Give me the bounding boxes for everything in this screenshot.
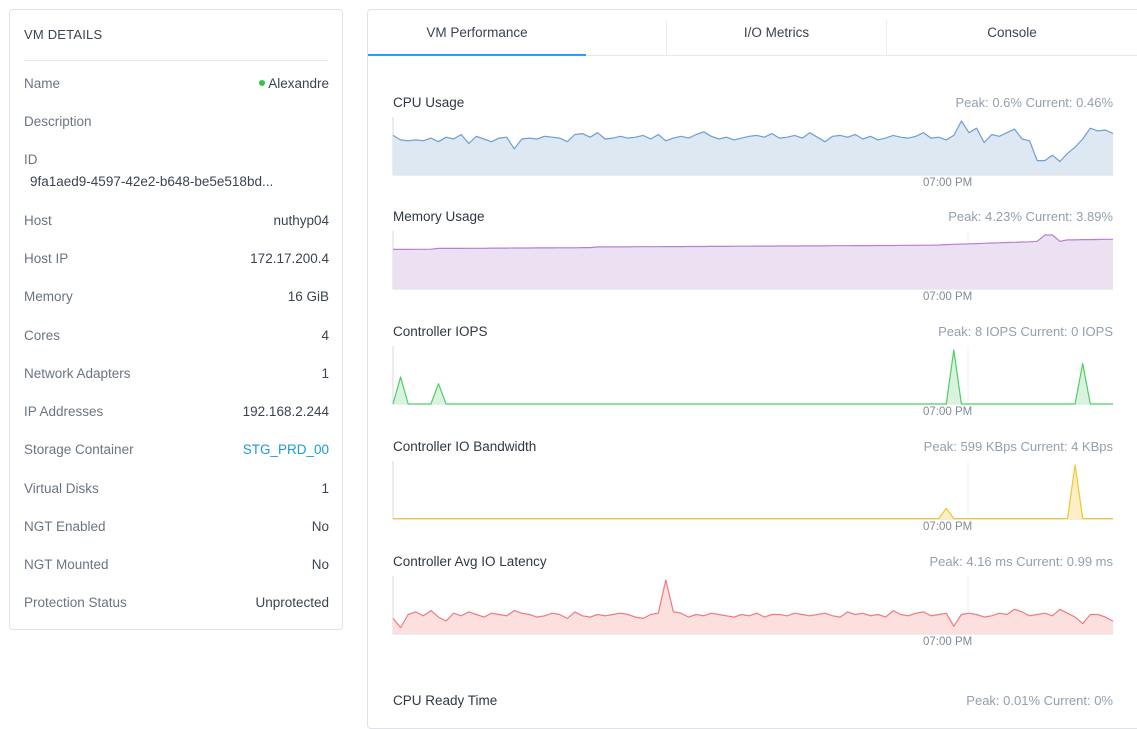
series-area: [393, 465, 1113, 519]
series-line: [392, 349, 1113, 405]
chart-stats: Peak: 0.01% Current: 0%: [966, 693, 1113, 708]
detail-value: No: [311, 519, 329, 534]
chart-stats: Peak: 8 IOPS Current: 0 IOPS: [938, 324, 1113, 339]
detail-row-protection-status: Protection Status Unprotected: [24, 595, 329, 619]
time-axis-label: 07:00 PM: [923, 177, 973, 189]
chart-stats: Peak: 4.16 ms Current: 0.99 ms: [929, 554, 1113, 569]
chart-title: Controller Avg IO Latency: [393, 554, 547, 569]
chart-plot: [392, 461, 1113, 520]
detail-row-host-ip: Host IP 172.17.200.4: [24, 251, 329, 275]
detail-value: 1: [321, 481, 329, 496]
detail-row-storage-container: Storage Container STG_PRD_00: [24, 442, 329, 466]
detail-label: Name: [24, 76, 61, 91]
vm-details-header: VM DETAILS: [24, 27, 328, 61]
detail-row-host: Host nuthyp04: [24, 213, 329, 237]
chart-stats: Peak: 0.6% Current: 0.46%: [955, 95, 1113, 110]
detail-value: Alexandre: [259, 76, 329, 91]
series-area: [393, 580, 1113, 634]
detail-row-name: Name Alexandre: [24, 76, 329, 100]
performance-panel: VM Performance I/O Metrics Console CPU U…: [367, 9, 1137, 729]
detail-value: Unprotected: [255, 595, 329, 610]
status-dot-icon: [259, 80, 266, 87]
chart-title: CPU Ready Time: [393, 693, 498, 708]
chart-title: Controller IO Bandwidth: [393, 439, 537, 454]
chart-title: CPU Usage: [393, 95, 465, 110]
detail-label: Cores: [24, 328, 61, 343]
detail-row-ngt-enabled: NGT Enabled No: [24, 519, 329, 543]
vm-id-value: 9fa1aed9-4597-42e2-b648-be5e518bd...: [30, 174, 274, 189]
time-axis-label: 07:00 PM: [923, 291, 973, 303]
detail-label: Host: [24, 213, 52, 228]
chart-plot: [392, 346, 1113, 405]
detail-row-description: Description: [24, 114, 329, 138]
detail-row-cores: Cores 4: [24, 328, 329, 352]
detail-label: Memory: [24, 289, 73, 304]
detail-value: nuthyp04: [273, 213, 329, 228]
tab-io-metrics[interactable]: I/O Metrics: [667, 10, 886, 56]
detail-value: 1: [321, 366, 329, 381]
vm-details-panel: VM DETAILS Name Alexandre Description ID…: [9, 9, 343, 630]
detail-value: 4: [321, 328, 329, 343]
chart-plot: [392, 117, 1114, 176]
detail-label: Protection Status: [24, 595, 127, 610]
chart-title: Controller IOPS: [393, 324, 488, 339]
detail-label: Network Adapters: [24, 366, 131, 381]
detail-label: ID: [24, 152, 38, 167]
chart-plot: [392, 576, 1114, 635]
time-axis-label: 07:00 PM: [923, 636, 973, 648]
detail-value: 192.168.2.244: [242, 404, 329, 419]
detail-row-memory: Memory 16 GiB: [24, 289, 329, 313]
detail-row-ngt-mounted: NGT Mounted No: [24, 557, 329, 581]
vm-name: Alexandre: [268, 76, 329, 91]
detail-label: Virtual Disks: [24, 481, 99, 496]
detail-label: Storage Container: [24, 442, 134, 457]
detail-label: Host IP: [24, 251, 69, 266]
series-line: [393, 464, 1113, 520]
time-axis-label: 07:00 PM: [923, 521, 973, 533]
detail-value: No: [311, 557, 329, 572]
detail-row-virtual-disks: Virtual Disks 1: [24, 481, 329, 505]
time-axis-label: 07:00 PM: [923, 406, 973, 418]
storage-container-link[interactable]: STG_PRD_00: [243, 442, 329, 457]
detail-label: NGT Enabled: [24, 519, 106, 534]
detail-label: NGT Mounted: [24, 557, 109, 572]
chart-stats: Peak: 4.23% Current: 3.89%: [948, 209, 1113, 224]
detail-label: Description: [24, 114, 92, 129]
tab-bar: VM Performance I/O Metrics Console: [368, 10, 1137, 56]
detail-value: 172.17.200.4: [250, 251, 329, 266]
detail-row-network-adapters: Network Adapters 1: [24, 366, 329, 390]
tab-vm-performance[interactable]: VM Performance: [368, 10, 586, 56]
chart-plot: [392, 231, 1113, 290]
detail-row-id: ID 9fa1aed9-4597-42e2-b648-be5e518bd...: [24, 152, 329, 198]
detail-label: IP Addresses: [24, 404, 104, 419]
chart-title: Memory Usage: [393, 209, 485, 224]
chart-stats: Peak: 599 KBps Current: 4 KBps: [923, 439, 1113, 454]
detail-value: 16 GiB: [287, 289, 329, 304]
detail-row-ip-addresses: IP Addresses 192.168.2.244: [24, 404, 329, 428]
series-area: [393, 350, 1113, 404]
series-area: [393, 121, 1113, 175]
tab-console[interactable]: Console: [887, 10, 1137, 56]
